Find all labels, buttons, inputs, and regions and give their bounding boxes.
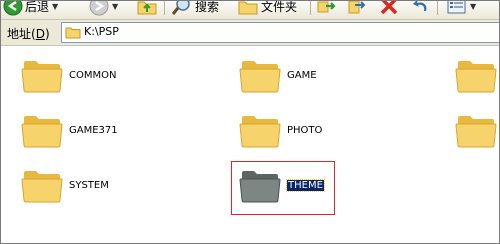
views-button[interactable]: ▼ <box>447 1 476 15</box>
toolbar: 后退 ▼ ▼ 搜索 文件夹 ▼ <box>1 1 499 20</box>
move-to-button[interactable] <box>317 1 337 15</box>
folder-icon <box>21 171 63 203</box>
chevron-down-icon[interactable]: ▼ <box>52 2 58 11</box>
folder-item-system[interactable]: SYSTEM <box>21 166 221 210</box>
back-button[interactable]: 后退 ▼ <box>3 1 58 16</box>
copy-to-icon <box>348 1 366 14</box>
forward-arrow-icon <box>89 1 109 16</box>
folder-item-partial[interactable] <box>455 56 499 100</box>
back-arrow-icon <box>3 1 23 16</box>
search-icon <box>171 1 190 15</box>
folder-name: GAME371 <box>69 125 118 136</box>
folder-icon <box>455 116 497 148</box>
folder-icon <box>21 116 63 148</box>
folder-name: GAME <box>287 70 317 81</box>
delete-x-icon <box>380 1 398 15</box>
undo-button[interactable] <box>411 1 431 15</box>
folders-button[interactable]: 文件夹 <box>237 1 297 15</box>
up-folder-button[interactable] <box>136 1 158 15</box>
folder-icon <box>65 27 81 39</box>
move-to-icon <box>317 1 336 13</box>
folder-up-icon <box>137 1 157 15</box>
address-path: K:\PSP <box>84 25 119 38</box>
folder-item-photo[interactable]: PHOTO <box>239 111 439 155</box>
folders-label: 文件夹 <box>261 1 298 14</box>
folder-icon <box>239 116 281 148</box>
file-list: COMMON GAME GAME371 PHOTO SYSTEM THEME <box>1 46 499 243</box>
chevron-down-icon[interactable]: ▼ <box>112 2 118 11</box>
folder-item-partial[interactable] <box>455 111 499 155</box>
delete-button[interactable] <box>379 1 399 15</box>
address-bar: 地址(D) K:\PSP <box>1 20 499 46</box>
views-icon <box>447 1 466 14</box>
highlight-box <box>231 161 335 215</box>
folder-name: COMMON <box>69 70 117 81</box>
folder-item-game371[interactable]: GAME371 <box>21 111 221 155</box>
folder-icon <box>455 61 497 93</box>
back-label: 后退 <box>25 1 50 14</box>
undo-icon <box>413 1 427 11</box>
copy-to-button[interactable] <box>347 1 367 15</box>
folder-name: SYSTEM <box>69 180 109 191</box>
folder-item-game[interactable]: GAME <box>239 56 439 100</box>
search-label: 搜索 <box>195 1 220 14</box>
folder-icon <box>21 61 63 93</box>
folder-name: PHOTO <box>287 125 323 136</box>
address-input[interactable]: K:\PSP <box>61 22 499 43</box>
search-button[interactable]: 搜索 <box>171 1 219 15</box>
folder-item-common[interactable]: COMMON <box>21 56 221 100</box>
forward-button[interactable]: ▼ <box>89 1 118 16</box>
folders-icon <box>238 1 258 15</box>
chevron-down-icon[interactable]: ▼ <box>470 2 476 11</box>
folder-icon <box>239 61 281 93</box>
explorer-window: 后退 ▼ ▼ 搜索 文件夹 ▼ 地址(D) K:\PSP COMMON GAME… <box>0 0 500 244</box>
address-label: 地址(D) <box>7 27 50 41</box>
